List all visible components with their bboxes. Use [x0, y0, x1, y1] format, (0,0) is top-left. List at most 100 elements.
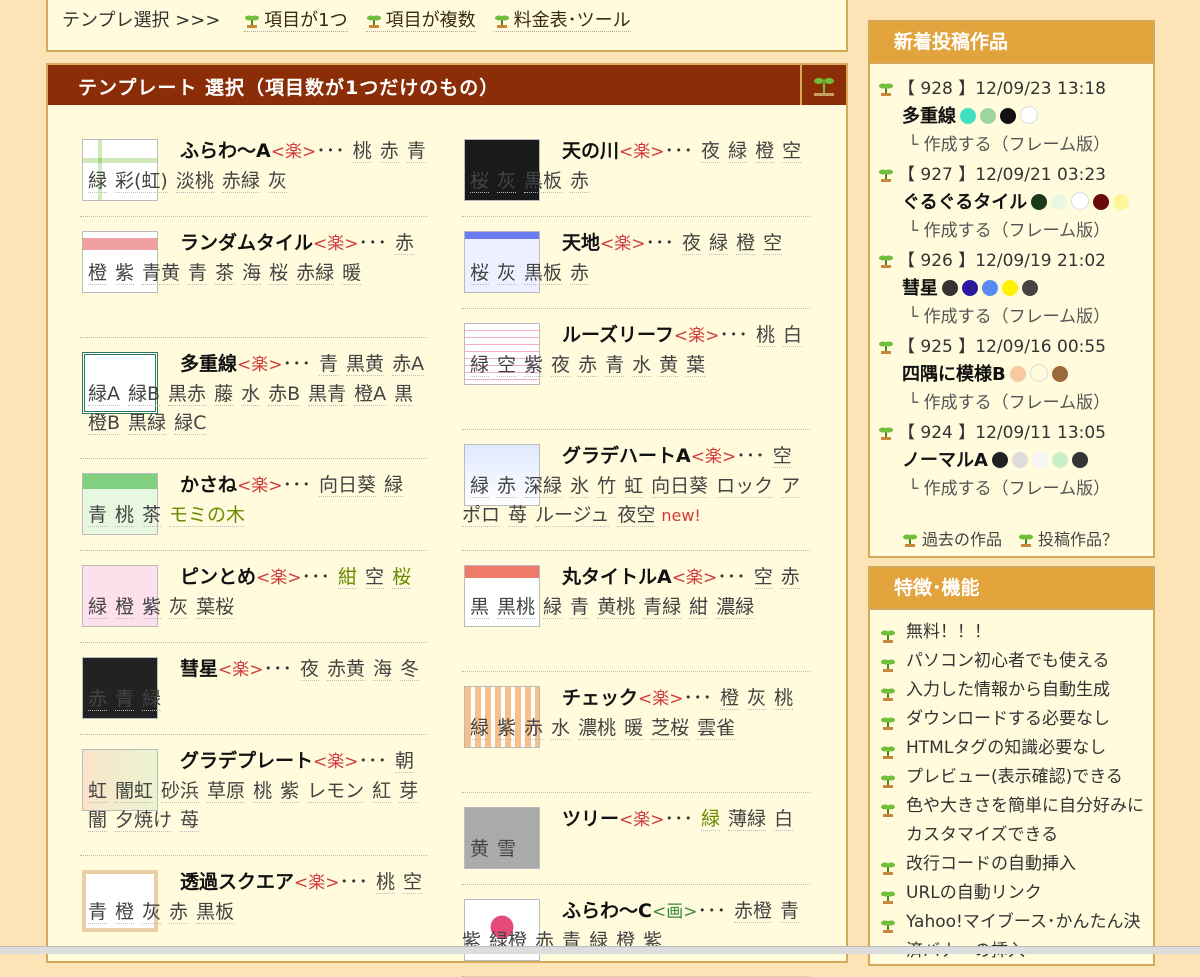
color-variant-link[interactable]: 橙	[736, 232, 756, 255]
color-variant-link[interactable]: 灰	[747, 687, 767, 710]
color-variant-link[interactable]: 黒青	[308, 383, 347, 406]
color-variant-link[interactable]: 緑	[88, 596, 108, 619]
color-variant-link[interactable]: 夜	[701, 140, 721, 163]
color-variant-link[interactable]: 灰	[267, 170, 287, 193]
color-variant-link[interactable]: 桃	[755, 324, 775, 347]
template-name[interactable]: ルーズリーフ	[562, 324, 674, 346]
color-variant-link[interactable]: 赤B	[268, 383, 301, 406]
color-variant-link[interactable]: 苺	[508, 504, 528, 527]
post-name[interactable]: 四隅に模様B	[902, 364, 1006, 385]
color-variant-link[interactable]: 黒黄	[346, 353, 385, 376]
color-variant-link[interactable]: 氷	[570, 475, 590, 498]
color-variant-link[interactable]: 黄	[470, 838, 490, 861]
color-variant-link[interactable]: 緑A	[88, 383, 120, 406]
color-variant-link[interactable]: 雪	[497, 838, 517, 861]
color-variant-link[interactable]: 暖	[624, 717, 644, 740]
color-variant-link[interactable]: 緑	[142, 688, 162, 711]
color-variant-link[interactable]: 青	[319, 353, 339, 376]
color-variant-link[interactable]: 夜	[300, 658, 320, 681]
nav-link[interactable]: 項目が複数	[365, 10, 476, 32]
color-variant-link[interactable]: 青	[406, 140, 426, 163]
color-variant-link[interactable]: 濃緑	[716, 596, 755, 619]
color-variant-link[interactable]: 緑	[701, 808, 721, 831]
color-variant-link[interactable]: 赤	[379, 140, 399, 163]
template-name[interactable]: ランダムタイル	[180, 232, 313, 254]
nav-link[interactable]: 項目が1つ	[244, 10, 348, 32]
color-variant-link[interactable]: 空	[365, 566, 385, 589]
color-variant-link[interactable]: 橙	[720, 687, 740, 710]
color-variant-link[interactable]: 紅	[372, 780, 392, 803]
color-variant-link[interactable]: 緑	[728, 140, 748, 163]
color-variant-link[interactable]: 濃桃	[578, 717, 617, 740]
color-variant-link[interactable]: 桃	[253, 780, 273, 803]
color-variant-link[interactable]: 橙A	[354, 383, 387, 406]
color-variant-link[interactable]: 冬	[400, 658, 420, 681]
color-variant-link[interactable]: 白	[782, 324, 802, 347]
color-variant-link[interactable]: 橙	[115, 901, 135, 924]
color-variant-link[interactable]: 茶	[215, 262, 235, 285]
color-variant-link[interactable]: 紫	[524, 354, 544, 377]
color-variant-link[interactable]: 青	[88, 901, 108, 924]
color-variant-link[interactable]: 青緑	[643, 596, 682, 619]
template-name[interactable]: グラデハートA	[562, 445, 691, 467]
color-variant-link[interactable]: 紺	[689, 596, 709, 619]
color-variant-link[interactable]: 赤	[524, 717, 544, 740]
color-variant-link[interactable]: 淡桃	[175, 170, 214, 193]
post-name[interactable]: ぐるぐるタイル	[902, 192, 1027, 213]
create-frame-link[interactable]: └ 作成する（フレーム版）	[908, 474, 1110, 499]
color-variant-link[interactable]: 夕焼け	[115, 809, 173, 832]
color-variant-link[interactable]: 緑	[709, 232, 729, 255]
color-variant-link[interactable]: 青	[115, 688, 135, 711]
color-variant-link[interactable]: 赤	[169, 901, 189, 924]
color-variant-link[interactable]: 深緑	[524, 475, 563, 498]
post-name[interactable]: 彗星	[902, 278, 938, 299]
color-variant-link[interactable]: 薄緑	[728, 808, 767, 831]
color-variant-link[interactable]: 赤	[780, 566, 800, 589]
color-variant-link[interactable]: 緑	[470, 354, 490, 377]
template-name[interactable]: 透過スクエア	[180, 871, 294, 893]
color-variant-link[interactable]: 赤	[570, 262, 590, 285]
template-name[interactable]: グラデプレート	[180, 750, 313, 772]
color-variant-link[interactable]: 砂浜	[161, 780, 200, 803]
color-variant-link[interactable]: 黒緑	[128, 412, 167, 435]
color-variant-link[interactable]: 桜	[470, 170, 490, 193]
color-variant-link[interactable]: 青黄	[142, 262, 181, 285]
color-variant-link[interactable]: 紫	[280, 780, 300, 803]
nav-link[interactable]: 料金表･ツール	[493, 10, 631, 32]
template-name[interactable]: ふらわ～A	[180, 140, 271, 162]
color-variant-link[interactable]: 紫	[497, 717, 517, 740]
color-variant-link[interactable]: 茶	[142, 504, 162, 527]
color-variant-link[interactable]: 桃	[774, 687, 794, 710]
color-variant-link[interactable]: 桜	[470, 262, 490, 285]
color-variant-link[interactable]: 緑C	[174, 412, 207, 435]
post-name[interactable]: 多重線	[902, 106, 956, 127]
color-variant-link[interactable]: 橙	[88, 262, 108, 285]
color-variant-link[interactable]: 赤	[88, 688, 108, 711]
color-variant-link[interactable]: 彩(虹)	[115, 170, 168, 193]
color-variant-link[interactable]: 桃	[352, 140, 372, 163]
color-variant-link[interactable]: 赤緑	[296, 262, 335, 285]
color-variant-link[interactable]: 緑	[88, 170, 108, 193]
color-variant-link[interactable]: レモン	[307, 780, 365, 803]
color-variant-link[interactable]: 黒板	[524, 170, 563, 193]
color-variant-link[interactable]: 向日葵	[651, 475, 709, 498]
color-variant-link[interactable]: 黄桃	[597, 596, 636, 619]
color-variant-link[interactable]: 芽	[399, 780, 419, 803]
color-variant-link[interactable]: 空	[403, 871, 423, 894]
color-variant-link[interactable]: 赤黄	[327, 658, 366, 681]
template-name[interactable]: チェック	[562, 687, 638, 709]
color-variant-link[interactable]: 虹	[88, 780, 108, 803]
template-name[interactable]: かさね	[180, 474, 237, 496]
color-variant-link[interactable]: 青	[88, 504, 108, 527]
color-variant-link[interactable]: 水	[551, 717, 571, 740]
color-variant-link[interactable]: 葉	[686, 354, 706, 377]
color-variant-link[interactable]: 暖	[342, 262, 362, 285]
color-variant-link[interactable]: 緑B	[128, 383, 161, 406]
color-variant-link[interactable]: 黒板	[524, 262, 563, 285]
color-variant-link[interactable]: 空	[763, 232, 783, 255]
color-variant-link[interactable]: 空	[753, 566, 773, 589]
color-variant-link[interactable]: 赤	[497, 475, 517, 498]
color-variant-link[interactable]: 草原	[207, 780, 246, 803]
color-variant-link[interactable]: 橙	[755, 140, 775, 163]
color-variant-link[interactable]: 緑	[470, 475, 490, 498]
